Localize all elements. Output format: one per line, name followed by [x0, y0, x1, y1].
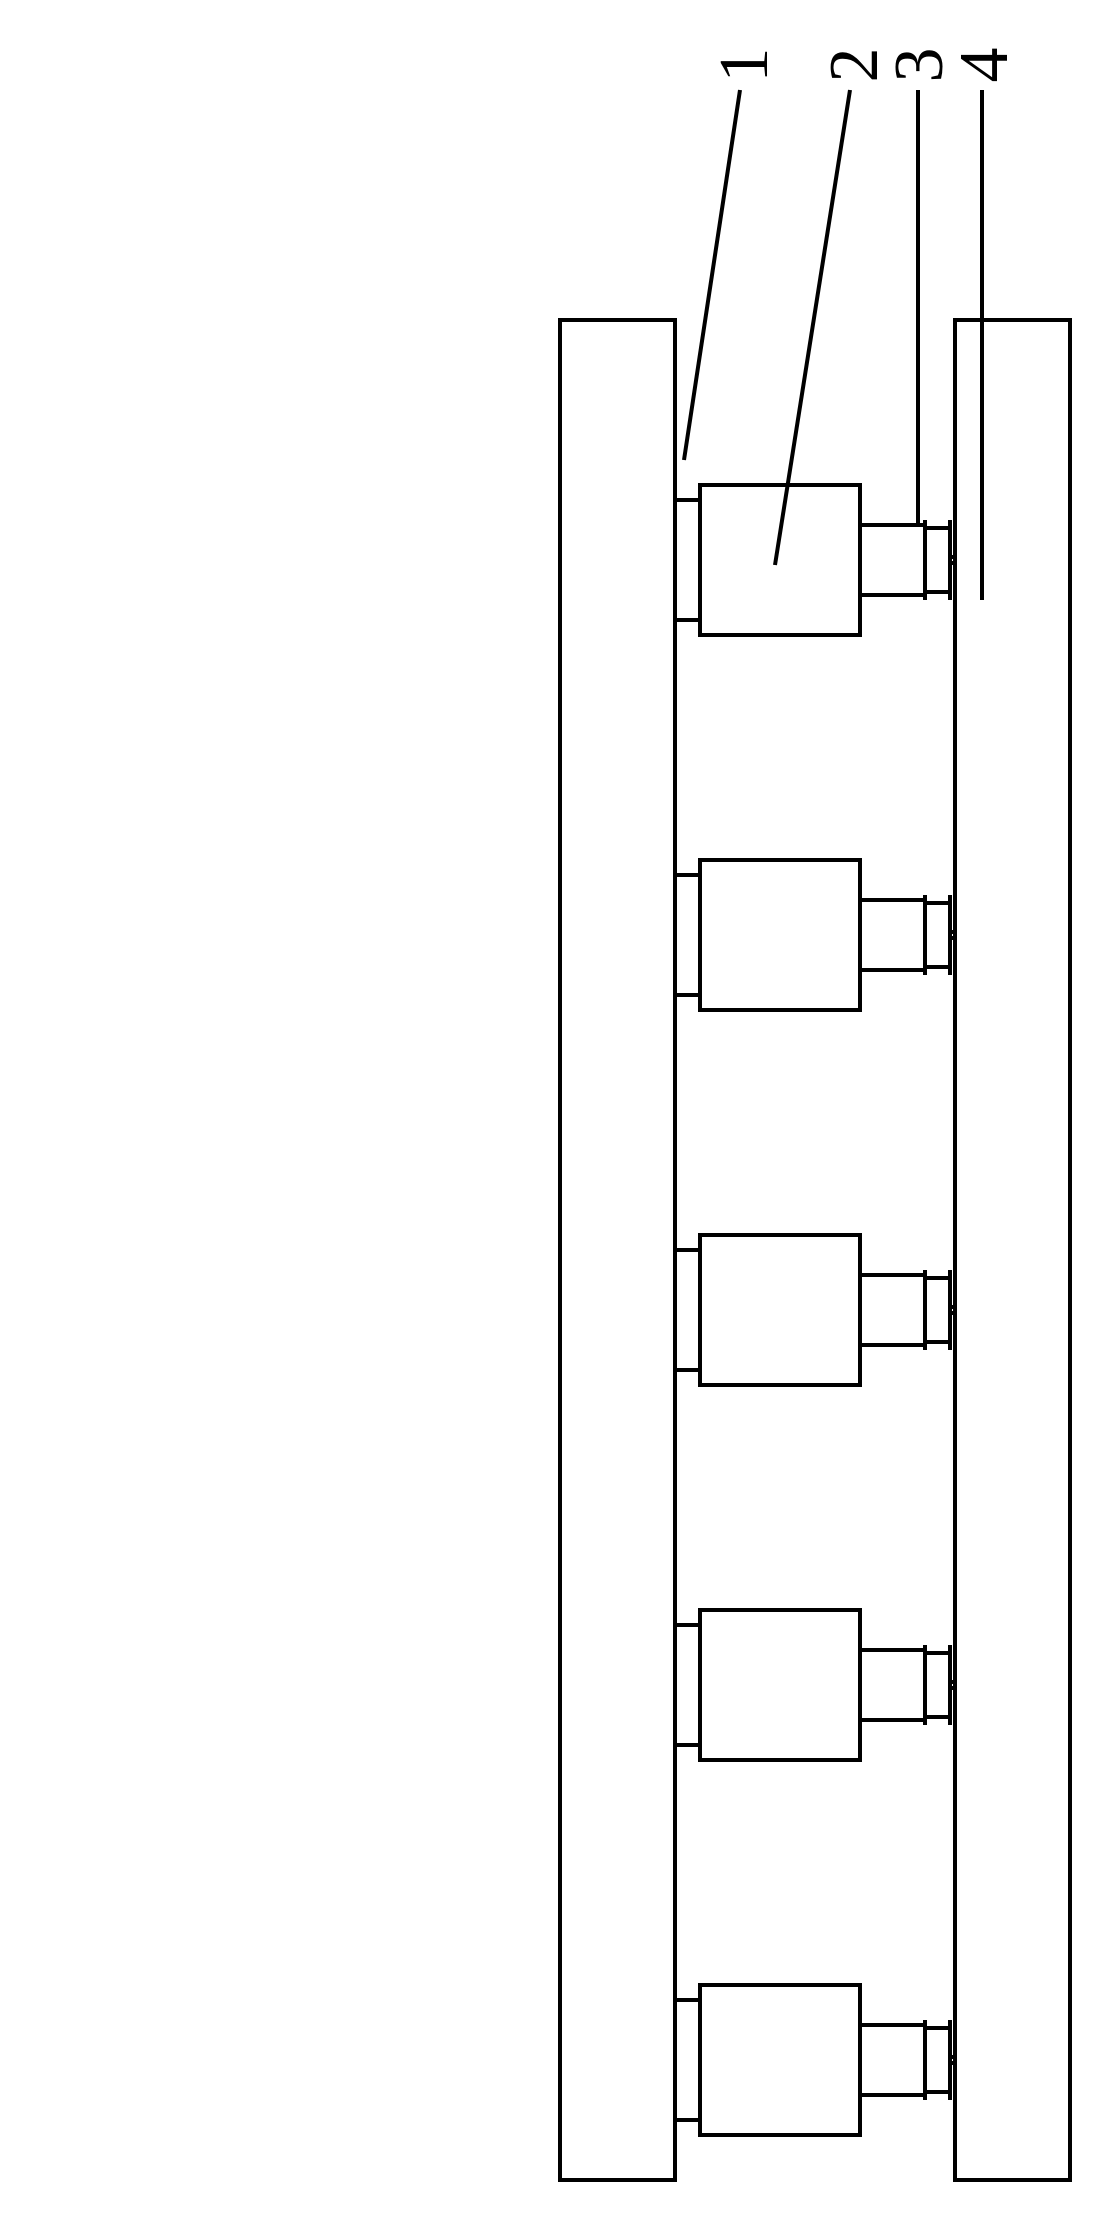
- rod-end-bracket-1: [925, 2020, 955, 2100]
- standoff-1: [675, 2000, 700, 2120]
- top-beam: [560, 320, 675, 2180]
- standoff-4: [675, 875, 700, 995]
- cylinder-body-3: [700, 1235, 860, 1385]
- leader-line-1: [684, 90, 740, 460]
- standoff-2: [675, 1625, 700, 1745]
- standoff-5: [675, 500, 700, 620]
- cylinder-body-4: [700, 860, 860, 1010]
- drawing-svg: [0, 0, 1094, 2233]
- actuator-unit-2: [675, 1610, 955, 1760]
- piston-rod-1: [860, 2025, 925, 2095]
- piston-rod-5: [860, 525, 925, 595]
- actuator-unit-1: [675, 1985, 955, 2135]
- rod-end-bracket-3: [925, 1270, 955, 1350]
- drawing-group: [560, 90, 1070, 2180]
- standoff-3: [675, 1250, 700, 1370]
- cylinder-body-1: [700, 1985, 860, 2135]
- actuator-unit-4: [675, 860, 955, 1010]
- page-root: 1 2 3 4: [0, 0, 1094, 2233]
- piston-rod-3: [860, 1275, 925, 1345]
- leader-lines: [684, 90, 982, 600]
- actuator-unit-3: [675, 1235, 955, 1385]
- rod-end-bracket-4: [925, 895, 955, 975]
- bottom-beam: [955, 320, 1070, 2180]
- piston-rod-4: [860, 900, 925, 970]
- leader-line-2: [775, 90, 850, 565]
- actuator-unit-5: [675, 485, 955, 635]
- rod-end-bracket-2: [925, 1645, 955, 1725]
- cylinder-body-5: [700, 485, 860, 635]
- cylinder-body-2: [700, 1610, 860, 1760]
- rod-end-bracket-5: [925, 520, 955, 600]
- piston-rod-2: [860, 1650, 925, 1720]
